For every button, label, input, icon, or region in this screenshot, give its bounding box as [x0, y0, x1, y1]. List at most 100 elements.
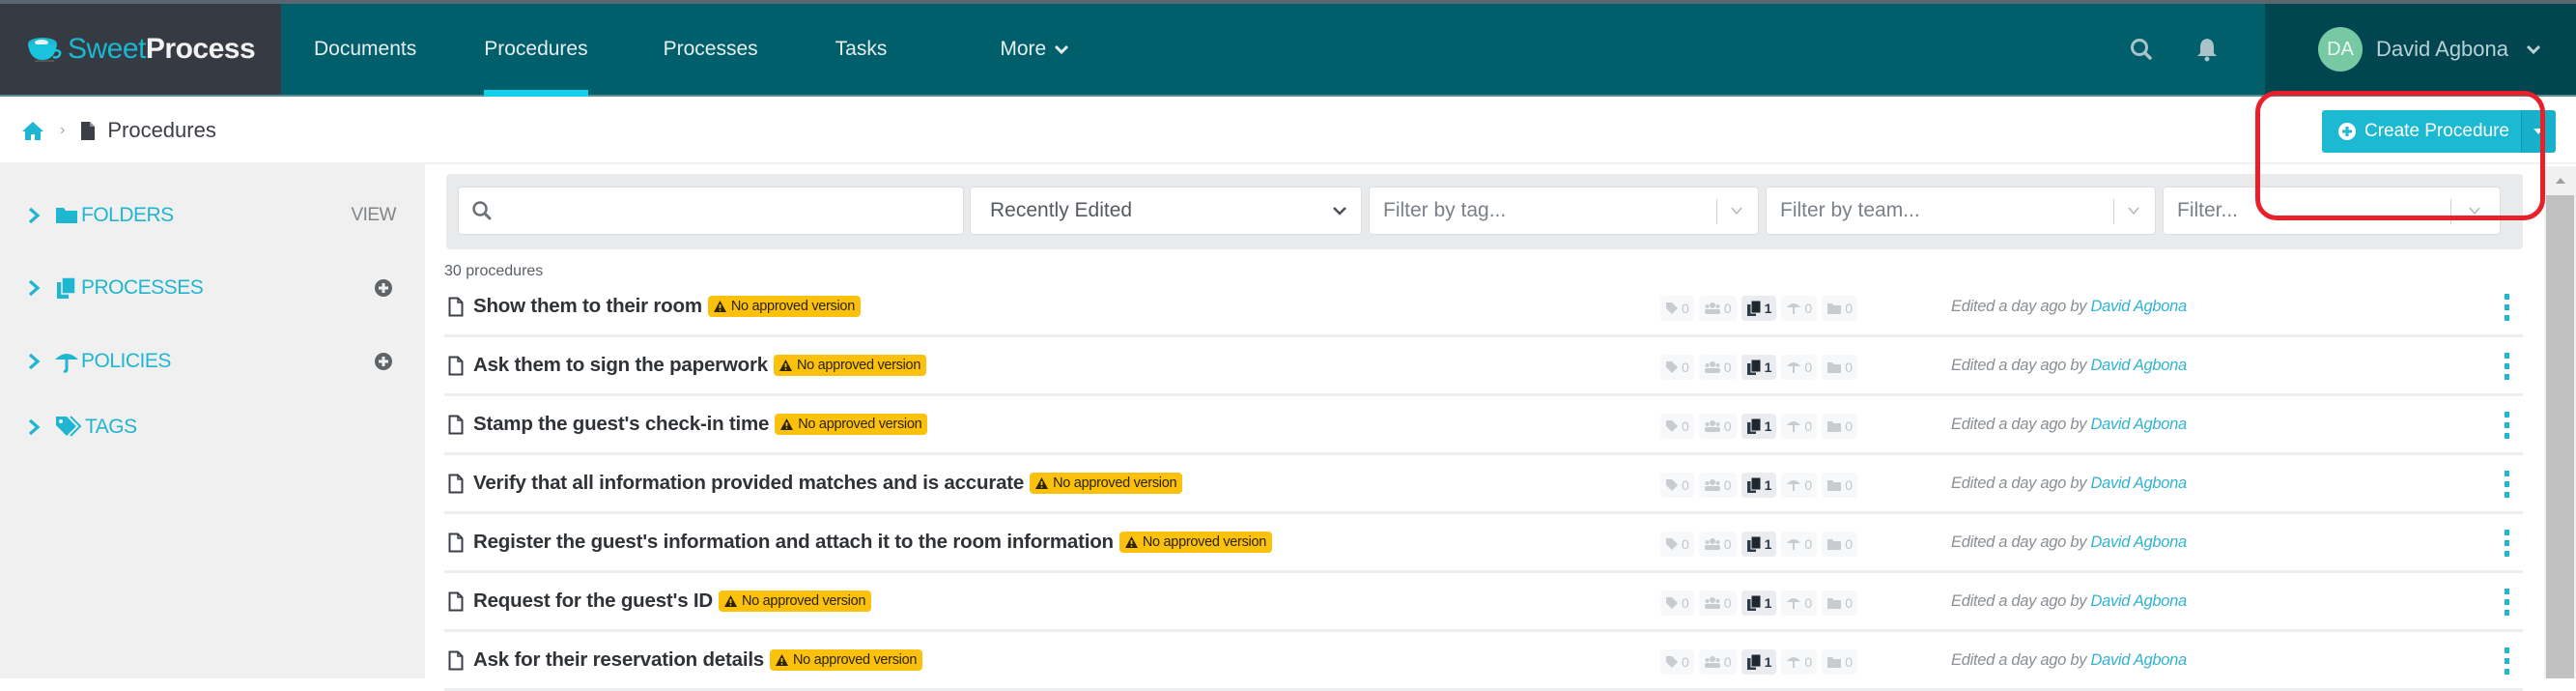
- plus-circle-icon[interactable]: [373, 277, 394, 299]
- tags-count[interactable]: 0: [1660, 532, 1694, 557]
- members-count[interactable]: 0: [1698, 473, 1737, 498]
- row-stats: 0 0 1 0 0: [1660, 473, 1862, 498]
- kebab-dot: [2504, 610, 2509, 616]
- row-menu-button[interactable]: [2502, 294, 2511, 321]
- tags-count[interactable]: 0: [1660, 473, 1694, 498]
- row-menu-button[interactable]: [2502, 589, 2511, 616]
- processes-count[interactable]: 1: [1741, 649, 1777, 675]
- tags-count[interactable]: 0: [1660, 414, 1694, 439]
- row-menu-button[interactable]: [2502, 412, 2511, 439]
- sidebar-item-policies[interactable]: POLICIES: [27, 342, 396, 381]
- nav-more[interactable]: More: [1000, 4, 1069, 95]
- members-count[interactable]: 0: [1698, 590, 1737, 616]
- row-menu-button[interactable]: [2502, 648, 2511, 675]
- scroll-thumb[interactable]: [2546, 195, 2574, 678]
- edited-prefix: Edited a day ago by: [1951, 357, 2087, 374]
- scrollbar[interactable]: [2544, 166, 2576, 678]
- create-options-dropdown[interactable]: [2520, 110, 2556, 153]
- folders-count[interactable]: 0: [1822, 473, 1857, 498]
- search-button[interactable]: [2122, 30, 2161, 69]
- policies-count[interactable]: 0: [1781, 473, 1818, 498]
- nav-processes[interactable]: Processes: [664, 4, 758, 95]
- nav-documents[interactable]: Documents: [314, 4, 416, 95]
- logo[interactable]: SweetProcess: [0, 4, 281, 95]
- editor-link[interactable]: David Agbona: [2090, 533, 2187, 551]
- members-count[interactable]: 0: [1698, 649, 1737, 675]
- folders-count[interactable]: 0: [1822, 649, 1857, 675]
- procedure-row[interactable]: Ask them to sign the paperwork No approv…: [444, 337, 2523, 396]
- plus-circle-icon[interactable]: [373, 351, 394, 372]
- kebab-dot: [2504, 374, 2509, 380]
- processes-count[interactable]: 1: [1741, 590, 1777, 616]
- tag-icon: [1666, 479, 1678, 491]
- kebab-dot: [2504, 433, 2509, 439]
- policies-count[interactable]: 0: [1781, 355, 1818, 380]
- badge-label: No approved version: [798, 417, 922, 432]
- tags-count[interactable]: 0: [1660, 590, 1694, 616]
- members-count[interactable]: 0: [1698, 414, 1737, 439]
- procedure-title[interactable]: Register the guest's information and att…: [473, 531, 1114, 554]
- editor-link[interactable]: David Agbona: [2090, 357, 2187, 374]
- badge-label: No approved version: [1142, 534, 1266, 550]
- tags-count[interactable]: 0: [1660, 649, 1694, 675]
- policies-count[interactable]: 0: [1781, 414, 1818, 439]
- editor-link[interactable]: David Agbona: [2090, 651, 2187, 669]
- procedure-title[interactable]: Show them to their room: [473, 295, 702, 318]
- members-count[interactable]: 0: [1698, 296, 1737, 321]
- editor-link[interactable]: David Agbona: [2090, 416, 2187, 433]
- members-count[interactable]: 0: [1698, 532, 1737, 557]
- editor-link[interactable]: David Agbona: [2090, 475, 2187, 492]
- folders-view-link[interactable]: VIEW: [351, 205, 396, 226]
- tag-filter-select[interactable]: Filter by tag...: [1369, 187, 1759, 235]
- sidebar-item-tags[interactable]: TAGS: [27, 408, 396, 446]
- processes-count[interactable]: 1: [1741, 355, 1777, 380]
- chevron-down-icon: [1731, 207, 1742, 216]
- policies-count[interactable]: 0: [1781, 296, 1818, 321]
- warning-icon: [724, 595, 737, 607]
- folders-count[interactable]: 0: [1822, 355, 1857, 380]
- nav-procedures[interactable]: Procedures: [484, 4, 589, 97]
- folders-count[interactable]: 0: [1822, 590, 1857, 616]
- home-icon[interactable]: [21, 120, 44, 141]
- row-menu-button[interactable]: [2502, 353, 2511, 380]
- other-filter-select[interactable]: Filter...: [2163, 187, 2501, 235]
- procedure-row[interactable]: Register the guest's information and att…: [444, 514, 2523, 573]
- procedure-title[interactable]: Stamp the guest's check-in time: [473, 413, 769, 436]
- policies-count[interactable]: 0: [1781, 532, 1818, 557]
- editor-link[interactable]: David Agbona: [2090, 298, 2187, 315]
- procedure-title[interactable]: Verify that all information provided mat…: [473, 472, 1024, 495]
- processes-count[interactable]: 1: [1741, 532, 1777, 557]
- sidebar-item-folders[interactable]: FOLDERS VIEW: [27, 196, 396, 235]
- nav-tasks[interactable]: Tasks: [835, 4, 888, 95]
- tags-count[interactable]: 0: [1660, 296, 1694, 321]
- procedure-title[interactable]: Ask them to sign the paperwork: [473, 354, 768, 377]
- create-procedure-button[interactable]: Create Procedure: [2322, 110, 2521, 153]
- editor-link[interactable]: David Agbona: [2090, 592, 2187, 610]
- processes-count[interactable]: 1: [1741, 473, 1777, 498]
- sidebar-item-processes[interactable]: PROCESSES: [27, 269, 396, 307]
- procedure-title[interactable]: Ask for their reservation details: [473, 648, 764, 672]
- tags-count[interactable]: 0: [1660, 355, 1694, 380]
- procedure-row[interactable]: Request for the guest's ID No approved v…: [444, 573, 2523, 632]
- notifications-button[interactable]: [2188, 30, 2226, 69]
- row-menu-button[interactable]: [2502, 530, 2511, 557]
- policies-count[interactable]: 0: [1781, 649, 1818, 675]
- members-count[interactable]: 0: [1698, 355, 1737, 380]
- processes-count[interactable]: 1: [1741, 296, 1777, 321]
- procedure-row[interactable]: Ask for their reservation details No app…: [444, 632, 2523, 691]
- procedure-row[interactable]: Stamp the guest's check-in time No appro…: [444, 396, 2523, 455]
- search-input[interactable]: [458, 187, 964, 235]
- folders-count[interactable]: 0: [1822, 532, 1857, 557]
- scroll-up-button[interactable]: [2544, 166, 2576, 195]
- processes-count[interactable]: 1: [1741, 414, 1777, 439]
- folders-count[interactable]: 0: [1822, 414, 1857, 439]
- user-menu[interactable]: DA David Agbona: [2265, 4, 2576, 95]
- sort-select[interactable]: Recently Edited: [970, 187, 1362, 235]
- row-menu-button[interactable]: [2502, 471, 2511, 498]
- procedure-row[interactable]: Verify that all information provided mat…: [444, 455, 2523, 514]
- procedure-row[interactable]: Show them to their room No approved vers…: [444, 278, 2523, 337]
- procedure-title[interactable]: Request for the guest's ID: [473, 590, 713, 613]
- folders-count[interactable]: 0: [1822, 296, 1857, 321]
- team-filter-select[interactable]: Filter by team...: [1766, 187, 2156, 235]
- policies-count[interactable]: 0: [1781, 590, 1818, 616]
